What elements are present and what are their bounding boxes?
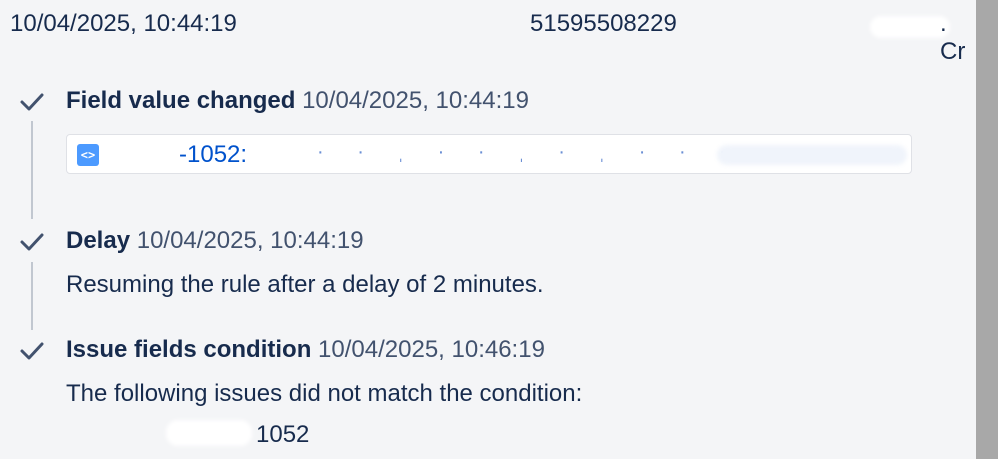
- issue-link[interactable]: -1052:: [179, 141, 247, 169]
- timeline-connector: [31, 262, 33, 330]
- step-time: 10/04/2025, 10:44:19: [136, 227, 364, 254]
- redacted-text: [166, 420, 252, 446]
- step-title: Field value changed: [66, 87, 296, 114]
- issue-card[interactable]: <> -1052: · · ˌ · · ˌ · ˌ · · ·: [66, 134, 912, 174]
- scrollbar[interactable]: [976, 0, 998, 459]
- step-description: Resuming the rule after a delay of 2 min…: [66, 271, 544, 298]
- redacted-text: [870, 16, 950, 38]
- audit-log-page: 10/04/2025, 10:44:19 51595508229 . Cr Fi…: [0, 0, 998, 459]
- step-title-row: Issue fields condition 10/04/2025, 10:46…: [66, 336, 545, 364]
- log-entry-header: 10/04/2025, 10:44:19 51595508229 . Cr: [10, 10, 975, 65]
- step-time: 10/04/2025, 10:46:19: [318, 336, 545, 363]
- step-title-row: Field value changed 10/04/2025, 10:44:19: [66, 87, 529, 115]
- code-icon: <>: [77, 144, 99, 166]
- redacted-text: [107, 144, 177, 166]
- check-icon: [20, 233, 44, 251]
- check-icon: [20, 342, 44, 360]
- timeline-connector: [31, 121, 33, 219]
- step-title: Delay: [66, 227, 131, 254]
- step-title-row: Delay 10/04/2025, 10:44:19: [66, 227, 364, 255]
- step-title: Issue fields condition: [66, 336, 312, 363]
- redacted-text: [717, 145, 907, 165]
- check-icon: [20, 93, 44, 111]
- log-trailing-text: . Cr: [940, 10, 966, 65]
- redacted-summary: · · ˌ · · ˌ · ˌ · · ·: [317, 141, 740, 163]
- unmatched-issue-key[interactable]: 1052: [256, 421, 309, 449]
- log-timestamp: 10/04/2025, 10:44:19: [10, 10, 237, 37]
- step-time: 10/04/2025, 10:44:19: [302, 87, 529, 114]
- step-description: The following issues did not match the c…: [66, 380, 583, 407]
- log-id: 51595508229: [530, 10, 677, 37]
